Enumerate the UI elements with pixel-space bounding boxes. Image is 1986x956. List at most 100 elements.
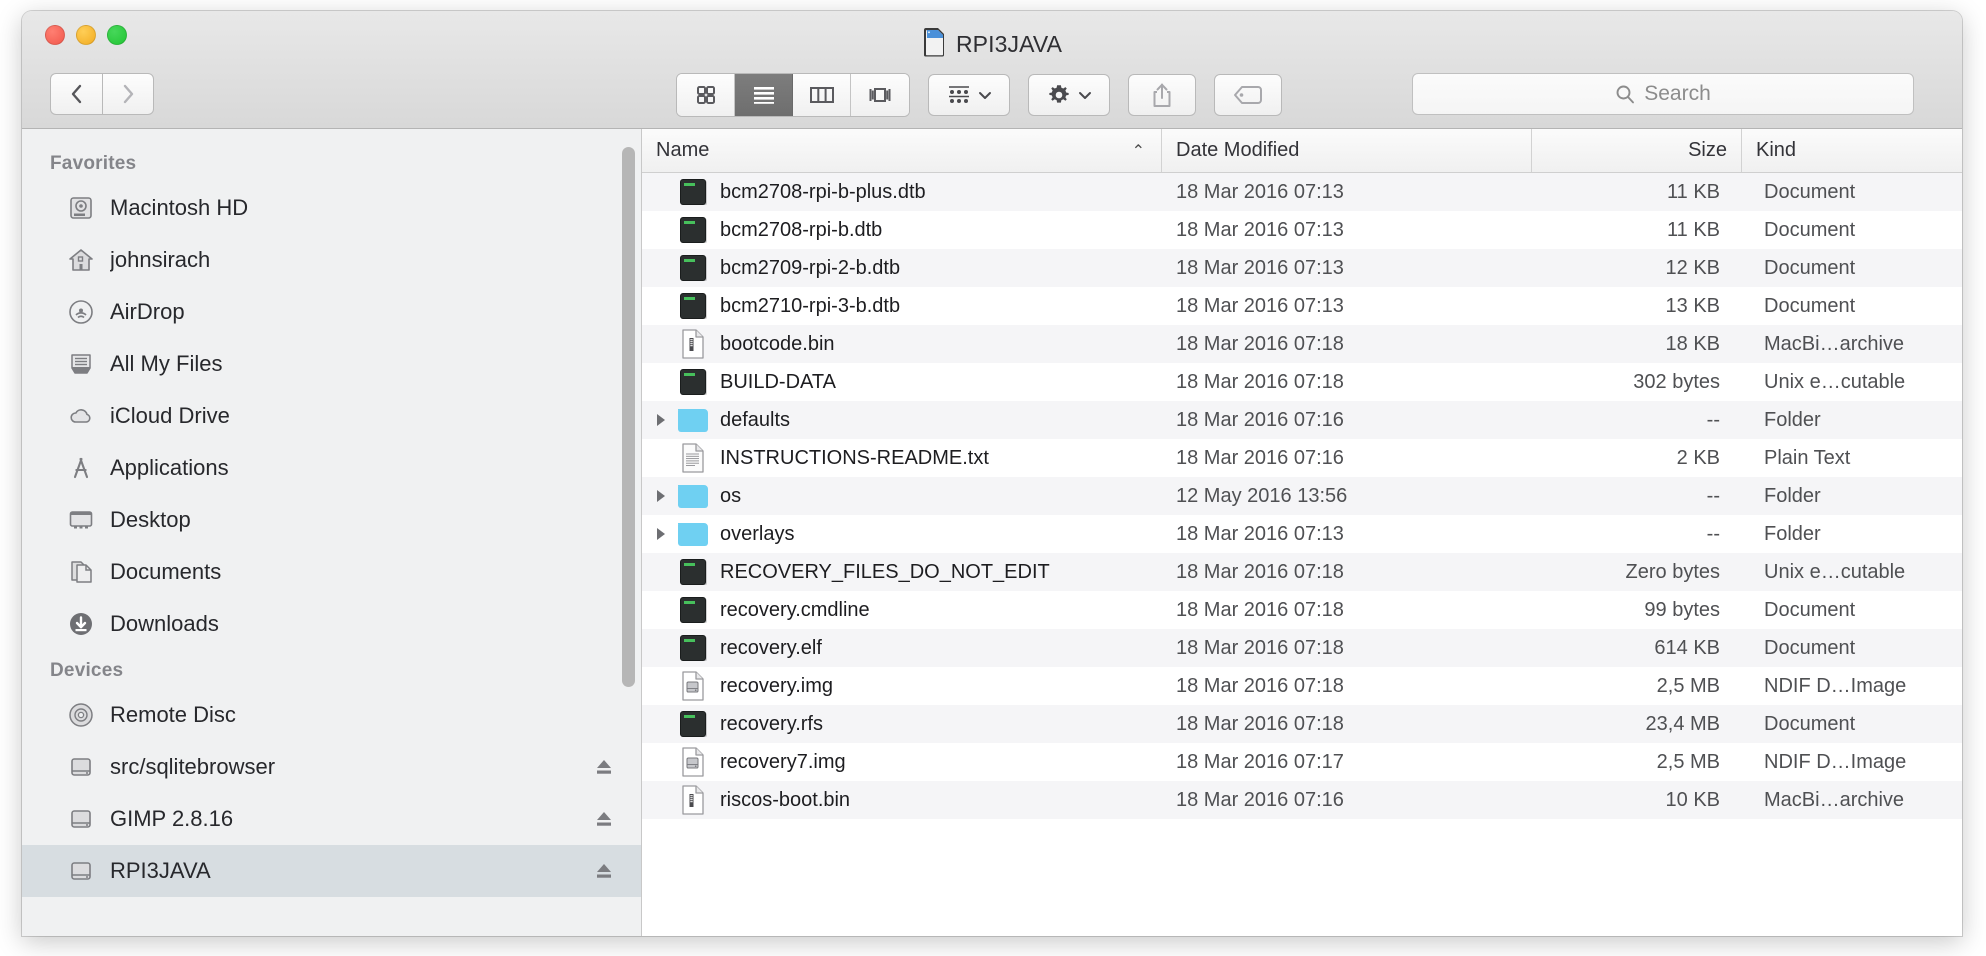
disc-icon [68,702,94,728]
text-document-icon [676,443,710,473]
cell-date-modified: 18 Mar 2016 07:13 [1176,522,1344,545]
table-row[interactable]: riscos-boot.bin 18 Mar 2016 07:16 10 KB Mac… [642,781,1962,819]
arrange-icon [948,86,969,103]
cell-kind: MacBi…archive [1764,332,1905,355]
cell-size: 614 KB [1654,636,1720,659]
cell-date-modified: 18 Mar 2016 07:18 [1176,598,1344,621]
search-input[interactable]: Search [1412,73,1914,115]
table-row[interactable]: bootcode.bin 18 Mar 2016 07:18 18 KB MacBi…… [642,325,1962,363]
cell-kind: Document [1764,294,1856,317]
downloads-icon [68,611,94,637]
close-button[interactable] [45,25,65,45]
unix-executable-icon [676,369,710,395]
eject-icon[interactable] [593,756,615,778]
table-row[interactable]: RECOVERY_FILES_DO_NOT_EDIT 18 Mar 2016 07… [642,553,1962,591]
unix-executable-icon [676,255,710,281]
coverflow-view-button[interactable] [851,74,909,116]
list-view-button[interactable] [735,74,793,116]
cell-date-modified: 18 Mar 2016 07:18 [1176,332,1344,355]
sidebar-item-desktop[interactable]: Desktop [22,494,641,546]
cell-name: recovery7.img [642,747,1162,777]
column-header-date-modified[interactable]: Date Modified [1162,129,1532,172]
eject-icon[interactable] [593,808,615,830]
search-placeholder: Search [1644,82,1711,105]
table-row[interactable]: recovery.rfs 18 Mar 2016 07:18 23,4 MB Docu… [642,705,1962,743]
sidebar-item-applications[interactable]: Applications [22,442,641,494]
cell-size: 2,5 MB [1656,750,1720,773]
external-disk-icon [68,754,94,780]
sidebar-item-remote-disc[interactable]: Remote Disc [22,689,641,741]
sidebar-item-airdrop[interactable]: AirDrop [22,286,641,338]
table-row[interactable]: overlays 18 Mar 2016 07:13 -- Folder [642,515,1962,553]
sidebar-item-label: All My Files [110,351,223,376]
sidebar-item-label: Desktop [110,507,191,532]
disclosure-triangle-icon[interactable] [646,412,676,428]
table-row[interactable]: defaults 18 Mar 2016 07:16 -- Folder [642,401,1962,439]
table-row[interactable]: BUILD-DATA 18 Mar 2016 07:18 302 bytes Unix… [642,363,1962,401]
table-row[interactable]: recovery.elf 18 Mar 2016 07:18 614 KB Docum… [642,629,1962,667]
table-row[interactable]: recovery.img 18 Mar 2016 07:18 2,5 MB NDIF … [642,667,1962,705]
sidebar-item-johnsirach[interactable]: johnsirach [22,234,641,286]
column-header-name[interactable]: Name ⌃ [642,129,1162,172]
sidebar-item-all-my-files[interactable]: All My Files [22,338,641,390]
sidebar-item-documents[interactable]: Documents [22,546,641,598]
column-header-kind[interactable]: Kind [1742,129,1962,172]
table-row[interactable]: bcm2708-rpi-b.dtb 18 Mar 2016 07:13 11 KB D… [642,211,1962,249]
table-row[interactable]: recovery7.img 18 Mar 2016 07:17 2,5 MB NDIF… [642,743,1962,781]
sidebar-section-header-favorites: Favorites [50,153,137,174]
cell-size: 12 KB [1665,256,1720,279]
icon-view-button[interactable] [677,74,735,116]
column-view-button[interactable] [793,74,851,116]
arrange-by-button[interactable] [928,74,1010,116]
share-button[interactable] [1128,74,1196,116]
cell-kind: NDIF D…Image [1764,750,1907,773]
cell-size: 2,5 MB [1656,674,1720,697]
zoom-button[interactable] [107,25,127,45]
table-row[interactable]: INSTRUCTIONS-README.txt 18 Mar 2016 07:16… [642,439,1962,477]
sidebar-scrollbar[interactable] [622,147,635,687]
forward-button[interactable] [102,73,154,115]
column-header-size[interactable]: Size [1532,129,1742,172]
eject-icon[interactable] [593,860,615,882]
back-button[interactable] [50,73,102,115]
cell-date-modified: 18 Mar 2016 07:13 [1176,180,1344,203]
table-row[interactable]: recovery.cmdline 18 Mar 2016 07:18 99 byte… [642,591,1962,629]
cell-name: bcm2709-rpi-2-b.dtb [642,255,1162,281]
applications-icon [68,455,94,481]
sidebar-item-macintosh-hd[interactable]: Macintosh HD [22,182,641,234]
sidebar-item-label: RPI3JAVA [110,858,211,883]
finder-window: RPI3JAVA Search Favorites Macintosh HD j… [22,11,1962,936]
cell-kind: Folder [1764,484,1821,507]
disclosure-triangle-icon[interactable] [646,488,676,504]
table-row[interactable]: bcm2710-rpi-3-b.dtb 18 Mar 2016 07:13 13 K… [642,287,1962,325]
unix-executable-icon [676,597,710,623]
cell-name: bootcode.bin [642,329,1162,359]
table-row[interactable]: bcm2709-rpi-2-b.dtb 18 Mar 2016 07:13 12 K… [642,249,1962,287]
sidebar-item-icloud-drive[interactable]: iCloud Drive [22,390,641,442]
disclosure-triangle-icon[interactable] [646,526,676,542]
action-menu-button[interactable] [1028,74,1110,116]
file-name-label: bootcode.bin [720,332,835,355]
cell-date-modified: 18 Mar 2016 07:13 [1176,294,1344,317]
sidebar-item-downloads[interactable]: Downloads [22,598,641,650]
file-rows: bcm2708-rpi-b-plus.dtb 18 Mar 2016 07:13 1… [642,173,1962,936]
file-name-label: recovery.img [720,674,833,697]
sidebar-item-label: Remote Disc [110,702,236,727]
sidebar-item-gimp-2-8-16[interactable]: GIMP 2.8.16 [22,793,641,845]
file-name-label: recovery.rfs [720,712,823,735]
cell-size: 23,4 MB [1645,712,1720,735]
cell-kind: Document [1764,598,1856,621]
cell-date-modified: 18 Mar 2016 07:17 [1176,750,1344,773]
sidebar-item-rpi3java[interactable]: RPI3JAVA [22,845,641,897]
table-row[interactable]: bcm2708-rpi-b-plus.dtb 18 Mar 2016 07:13 1… [642,173,1962,211]
cell-kind: Document [1764,180,1856,203]
minimize-button[interactable] [76,25,96,45]
cloud-icon [68,403,94,429]
tag-button[interactable] [1214,74,1282,116]
cell-name: INSTRUCTIONS-README.txt [642,443,1162,473]
folder-icon [676,484,710,508]
cell-size: Zero bytes [1625,560,1720,583]
table-row[interactable]: os 12 May 2016 13:56 -- Folder [642,477,1962,515]
window-titlebar: RPI3JAVA Search [22,11,1962,129]
sidebar-item-src-sqlitebrowser[interactable]: src/sqlitebrowser [22,741,641,793]
